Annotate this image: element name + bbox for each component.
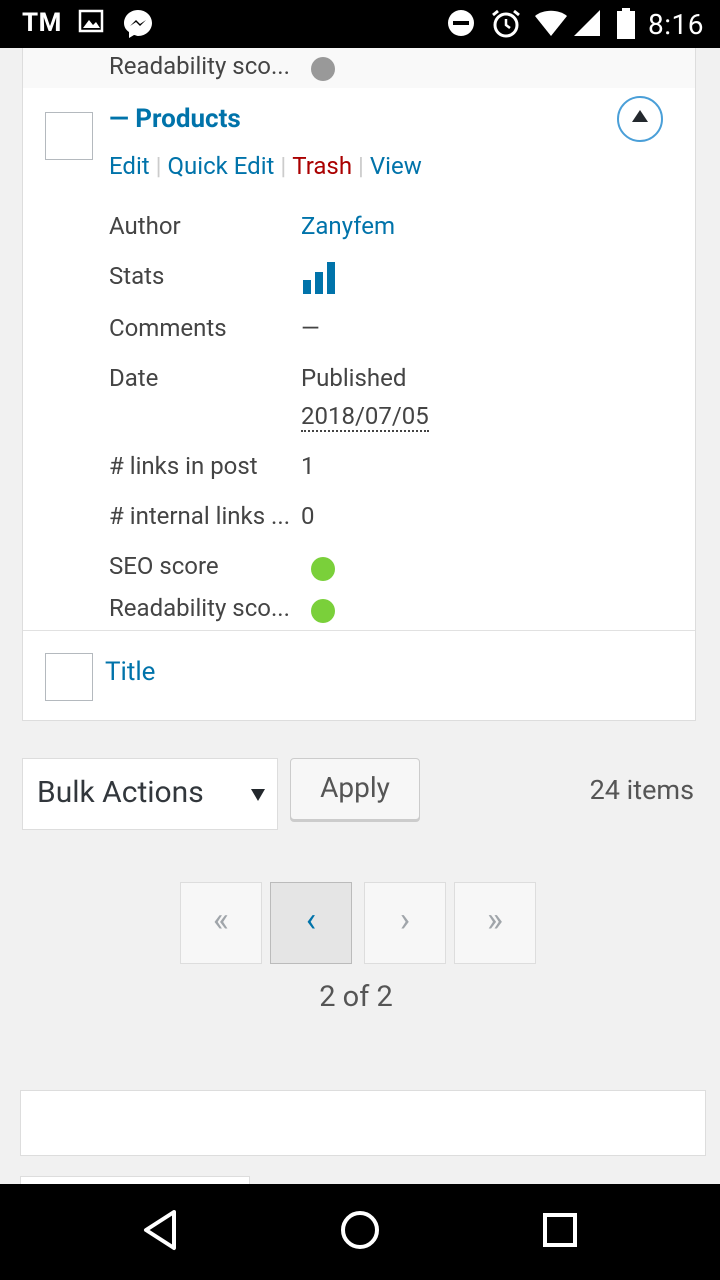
seo-status-dot — [311, 557, 335, 581]
links-value: 1 — [301, 452, 315, 480]
stats-label: Stats — [109, 262, 165, 290]
next-page-button: › — [364, 882, 446, 964]
status-bar: TM 8:16 — [0, 0, 720, 48]
carrier-label: TM — [22, 8, 62, 38]
search-input[interactable] — [20, 1090, 706, 1156]
date-status: Published — [301, 364, 407, 392]
edit-link[interactable]: Edit — [109, 152, 150, 180]
title-header-row: Title — [23, 630, 695, 721]
readability-label: Readability sco... — [109, 594, 290, 622]
items-count: 24 items — [589, 774, 694, 806]
previous-row: Readability sco... — [23, 48, 695, 88]
last-page-button: » — [454, 882, 536, 964]
separator: | — [155, 152, 162, 180]
title-column-header[interactable]: Title — [105, 657, 155, 687]
image-icon — [78, 8, 104, 38]
view-link[interactable]: View — [370, 152, 422, 180]
messenger-icon — [122, 8, 154, 44]
internal-links-value: 0 — [301, 502, 315, 530]
seo-score-label: SEO score — [109, 552, 219, 580]
comments-label: Comments — [109, 314, 227, 342]
internal-links-label: # internal links ... — [109, 502, 291, 530]
author-label: Author — [109, 212, 181, 240]
date-value: 2018/07/05 — [301, 402, 429, 432]
bulk-actions-select[interactable]: Bulk Actions — [22, 758, 278, 830]
navigation-bar — [0, 1184, 720, 1280]
separator: | — [280, 152, 287, 180]
alarm-icon — [490, 8, 522, 44]
do-not-disturb-icon — [446, 8, 476, 42]
row-actions: Edit | Quick Edit | Trash | View — [109, 152, 422, 180]
comments-value: — — [301, 314, 320, 342]
readability-label: Readability sco... — [109, 52, 290, 80]
posts-list: Readability sco... — Products Edit | Quick… — [22, 48, 696, 721]
bulk-actions-value: Bulk Actions — [37, 775, 204, 810]
links-label: # links in post — [109, 452, 258, 480]
recents-icon[interactable] — [540, 1206, 580, 1258]
clock: 8:16 — [648, 8, 704, 41]
quick-edit-link[interactable]: Quick Edit — [168, 152, 275, 180]
page-info: 2 of 2 — [319, 980, 393, 1014]
first-page-button: « — [180, 882, 262, 964]
dropdown-caret-icon — [251, 789, 265, 801]
author-link[interactable]: Zanyfem — [301, 212, 395, 240]
separator: | — [358, 152, 364, 180]
home-icon[interactable] — [338, 1206, 382, 1258]
readability-status-dot — [311, 57, 335, 81]
toggle-row-button[interactable] — [617, 96, 663, 142]
prev-page-button[interactable]: ‹ — [270, 882, 352, 964]
post-title-link[interactable]: — Products — [109, 104, 241, 134]
signal-icon — [572, 8, 602, 42]
stats-icon[interactable] — [303, 262, 337, 300]
apply-button[interactable]: Apply — [290, 758, 420, 820]
select-all-checkbox[interactable] — [45, 653, 93, 701]
back-icon[interactable] — [140, 1206, 180, 1258]
date-label: Date — [109, 364, 159, 392]
readability-status-dot — [311, 599, 335, 623]
chevron-up-icon — [632, 110, 648, 122]
battery-icon — [616, 8, 636, 44]
wifi-icon — [534, 8, 568, 42]
trash-link[interactable]: Trash — [292, 152, 352, 180]
row-checkbox[interactable] — [45, 112, 93, 160]
